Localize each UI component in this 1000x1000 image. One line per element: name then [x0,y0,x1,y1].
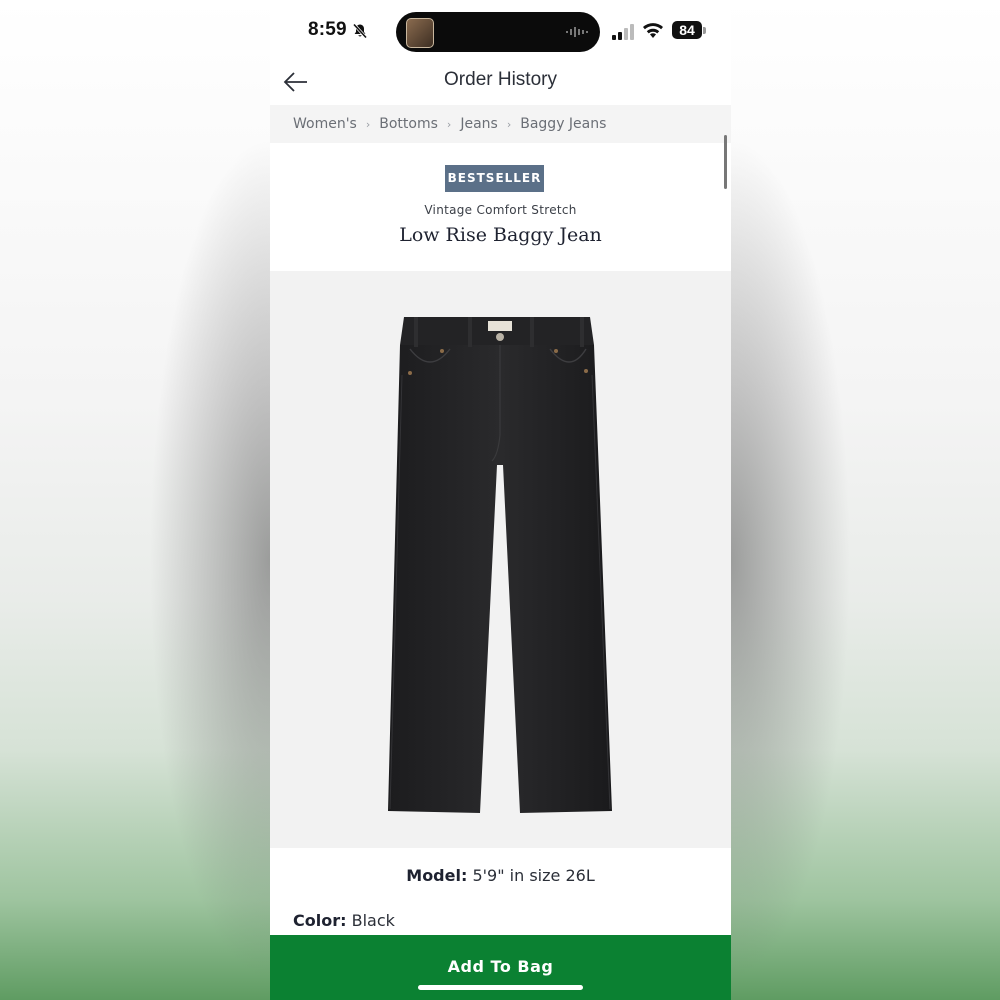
chevron-right-icon: › [365,117,371,131]
signal-icon [612,24,634,40]
product-name: Low Rise Baggy Jean [399,224,602,246]
phone-screen: 8:59 84 Order History Women's › Bottoms … [270,0,731,1000]
status-bar: 8:59 84 [270,0,731,60]
status-time: 8:59 [308,19,347,40]
now-playing-thumbnail [406,18,434,48]
scrollbar[interactable] [724,135,727,189]
color-value: Black [351,911,395,930]
color-info: Color: Black [293,911,395,930]
model-value: 5'9" in size 26L [472,866,595,885]
product-collection: Vintage Comfort Stretch [424,203,577,217]
bell-slash-icon [352,23,368,39]
chevron-right-icon: › [446,117,452,131]
bestseller-badge: BESTSELLER [445,165,544,192]
model-label: Model: [406,866,468,885]
background-right-shadow [730,0,1000,1000]
breadcrumb-womens[interactable]: Women's [293,116,357,132]
product-image-area[interactable] [270,271,731,848]
dynamic-island[interactable] [396,12,600,52]
battery-nub [703,27,706,34]
product-header: BESTSELLER Vintage Comfort Stretch Low R… [270,143,731,271]
nav-bar: Order History [270,60,731,105]
add-to-bag-button[interactable]: Add To Bag [270,935,731,1000]
breadcrumb-baggy-jeans[interactable]: Baggy Jeans [520,116,606,132]
page-title: Order History [444,69,557,90]
breadcrumb: Women's › Bottoms › Jeans › Baggy Jeans [270,105,731,143]
color-label: Color: [293,911,347,930]
battery-icon: 84 [672,21,702,39]
product-image-jeans [388,317,612,813]
wifi-icon [643,23,663,38]
breadcrumb-bottoms[interactable]: Bottoms [379,116,438,132]
home-indicator[interactable] [418,985,583,990]
chevron-right-icon: › [506,117,512,131]
breadcrumb-jeans[interactable]: Jeans [460,116,498,132]
background-left-shadow [0,0,270,1000]
audio-waveform-icon [566,27,588,37]
model-info: Model: 5'9" in size 26L [270,866,731,885]
